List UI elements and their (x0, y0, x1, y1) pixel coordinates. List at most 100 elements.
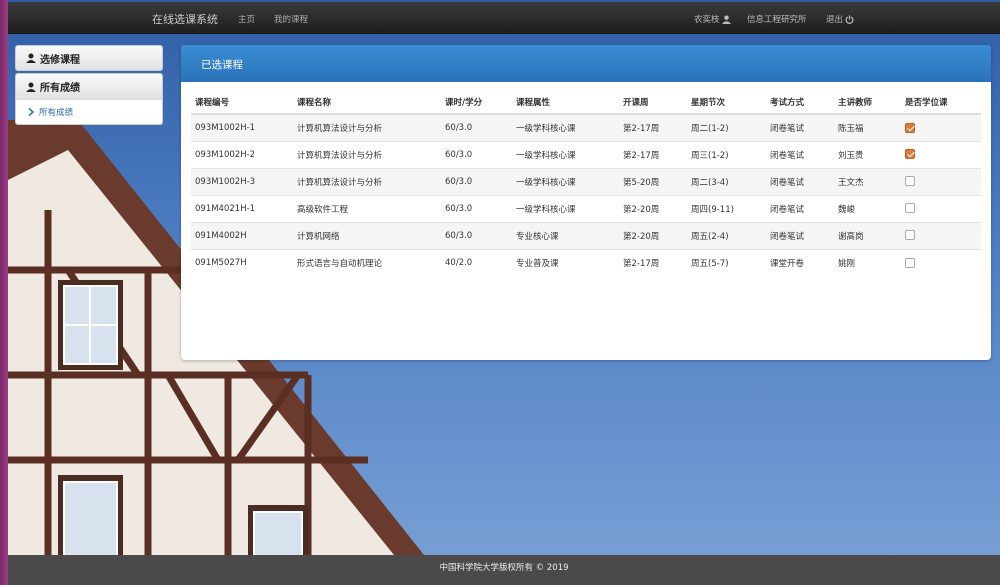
degree-checkbox[interactable] (905, 203, 915, 214)
cell-code: 091M5027H (191, 248, 293, 276)
cell-code: 091M4002H (191, 221, 293, 249)
table-row: 093M1002H-3 计算机算法设计与分析 60/3.0 一级学科核心课 第5-20周… (191, 167, 981, 195)
cell-time: 周二(1-2) (687, 113, 766, 141)
degree-checkbox[interactable] (905, 122, 915, 133)
cell-exam: 闭卷笔试 (766, 113, 834, 141)
cell-hours: 60/3.0 (441, 167, 512, 195)
col-header-code: 课程编号 (191, 91, 293, 115)
user-name: 农奕枝 (694, 15, 720, 25)
cell-exam: 闭卷笔试 (766, 221, 834, 249)
cell-exam: 闭卷笔试 (766, 140, 834, 168)
cell-code: 093M1002H-3 (191, 167, 293, 195)
table-row: 091M5027H 形式语言与自动机理论 40/2.0 专业普及课 第2-17周 周五(5… (191, 248, 981, 276)
cell-time: 周四(9-11) (687, 194, 766, 222)
table-header-row: 课程编号 课程名称 课时/学分 课程属性 开课周 星期节次 考试方式 主讲教师 … (191, 91, 981, 115)
dept-link[interactable]: 信息工程研究所 (747, 13, 807, 25)
degree-checkbox[interactable] (905, 176, 915, 187)
logout-button[interactable]: 退出 (826, 13, 854, 25)
cell-code: 093M1002H-1 (191, 113, 293, 141)
cell-name: 计算机算法设计与分析 (293, 140, 441, 168)
cell-teacher: 陈玉福 (834, 113, 901, 141)
cell-attr: 一级学科核心课 (512, 140, 619, 168)
cell-weeks: 第2-17周 (619, 248, 687, 276)
cell-degree (901, 167, 981, 195)
degree-checkbox[interactable] (905, 149, 915, 160)
sidebar-group-grades: 所有成绩 所有成绩 (15, 73, 163, 125)
cell-time: 周五(5-7) (687, 248, 766, 276)
sidebar-item-label: 所有成绩 (40, 83, 80, 94)
cell-hours: 60/3.0 (441, 194, 512, 222)
cell-name: 形式语言与自动机理论 (293, 248, 441, 276)
cell-hours: 60/3.0 (441, 140, 512, 168)
panel-title: 已选课程 (181, 45, 991, 82)
col-header-exam: 考试方式 (766, 91, 834, 115)
sidebar-item-elective-courses[interactable]: 选修课程 (15, 45, 163, 71)
col-header-weeks: 开课周 (619, 91, 687, 115)
brand-title[interactable]: 在线选课系统 (152, 11, 218, 27)
cell-teacher: 魏峻 (834, 194, 901, 222)
power-icon (845, 14, 854, 24)
user-icon (26, 82, 36, 92)
cell-weeks: 第2-20周 (619, 194, 687, 222)
degree-checkbox[interactable] (905, 257, 915, 268)
user-menu[interactable]: 农奕枝 (694, 13, 731, 25)
col-header-attr: 课程属性 (512, 91, 619, 115)
cell-teacher: 王文杰 (834, 167, 901, 195)
table-row: 091M4002H 计算机网络 60/3.0 专业核心课 第2-20周 周五(2-4) 闭卷… (191, 221, 981, 249)
top-navbar: 在线选课系统 主页 我的课程 农奕枝 信息工程研究所 退出 (8, 2, 1000, 34)
cell-weeks: 第2-17周 (619, 140, 687, 168)
cell-degree (901, 113, 981, 141)
selected-courses-panel: 已选课程 课程编号 课程名称 课时/学分 课程属性 开课周 星期节次 考试方式 … (181, 45, 991, 360)
cell-code: 091M4021H-1 (191, 194, 293, 222)
nav-my-courses-link[interactable]: 我的课程 (274, 13, 308, 25)
cell-degree (901, 221, 981, 249)
col-header-teacher: 主讲教师 (834, 91, 901, 115)
cell-name: 计算机算法设计与分析 (293, 113, 441, 141)
degree-checkbox[interactable] (905, 230, 915, 241)
cell-teacher: 谢高岗 (834, 221, 901, 249)
window-edge-strip (0, 0, 8, 585)
cell-exam: 闭卷笔试 (766, 194, 834, 222)
cell-name: 计算机网络 (293, 221, 441, 249)
cell-attr: 一级学科核心课 (512, 167, 619, 195)
cell-hours: 40/2.0 (441, 248, 512, 276)
cell-time: 周五(2-4) (687, 221, 766, 249)
user-icon (721, 14, 731, 24)
cell-teacher: 刘玉贵 (834, 140, 901, 168)
col-header-degree: 是否学位课 (901, 91, 981, 115)
logout-label: 退出 (826, 15, 844, 25)
cell-teacher: 姚刚 (834, 248, 901, 276)
table-row: 093M1002H-1 计算机算法设计与分析 60/3.0 一级学科核心课 第2-17周… (191, 113, 981, 141)
courses-table: 课程编号 课程名称 课时/学分 课程属性 开课周 星期节次 考试方式 主讲教师 … (191, 91, 981, 276)
cell-code: 093M1002H-2 (191, 140, 293, 168)
cell-degree (901, 140, 981, 168)
table-row: 093M1002H-2 计算机算法设计与分析 60/3.0 一级学科核心课 第2-17周… (191, 140, 981, 168)
footer: 中国科学院大学版权所有 © 2019 (8, 555, 1000, 585)
cell-exam: 闭卷笔试 (766, 167, 834, 195)
cell-degree (901, 194, 981, 222)
sidebar-item-label: 选修课程 (40, 54, 80, 66)
table-row: 091M4021H-1 高级软件工程 60/3.0 一级学科核心课 第2-20周 周四(9… (191, 194, 981, 222)
nav-home-link[interactable]: 主页 (238, 13, 255, 25)
cell-attr: 专业核心课 (512, 221, 619, 249)
cell-attr: 一级学科核心课 (512, 113, 619, 141)
sidebar-subitem-all-grades[interactable]: 所有成绩 (16, 100, 162, 124)
cell-time: 周二(3-4) (687, 167, 766, 195)
cell-name: 高级软件工程 (293, 194, 441, 222)
cell-weeks: 第2-20周 (619, 221, 687, 249)
user-icon (26, 53, 36, 63)
sidebar-subitem-label: 所有成绩 (39, 108, 74, 118)
col-header-name: 课程名称 (293, 91, 441, 115)
col-header-time: 星期节次 (687, 91, 766, 115)
cell-name: 计算机算法设计与分析 (293, 167, 441, 195)
cell-attr: 一级学科核心课 (512, 194, 619, 222)
cell-attr: 专业普及课 (512, 248, 619, 276)
cell-degree (901, 248, 981, 276)
sidebar-item-all-grades[interactable]: 所有成绩 (16, 74, 162, 100)
cell-time: 周三(1-2) (687, 140, 766, 168)
col-header-hours: 课时/学分 (441, 91, 512, 115)
cell-weeks: 第2-17周 (619, 113, 687, 141)
cell-hours: 60/3.0 (441, 113, 512, 141)
sidebar: 选修课程 所有成绩 所有成绩 (15, 45, 163, 125)
chevron-right-icon (28, 108, 35, 116)
